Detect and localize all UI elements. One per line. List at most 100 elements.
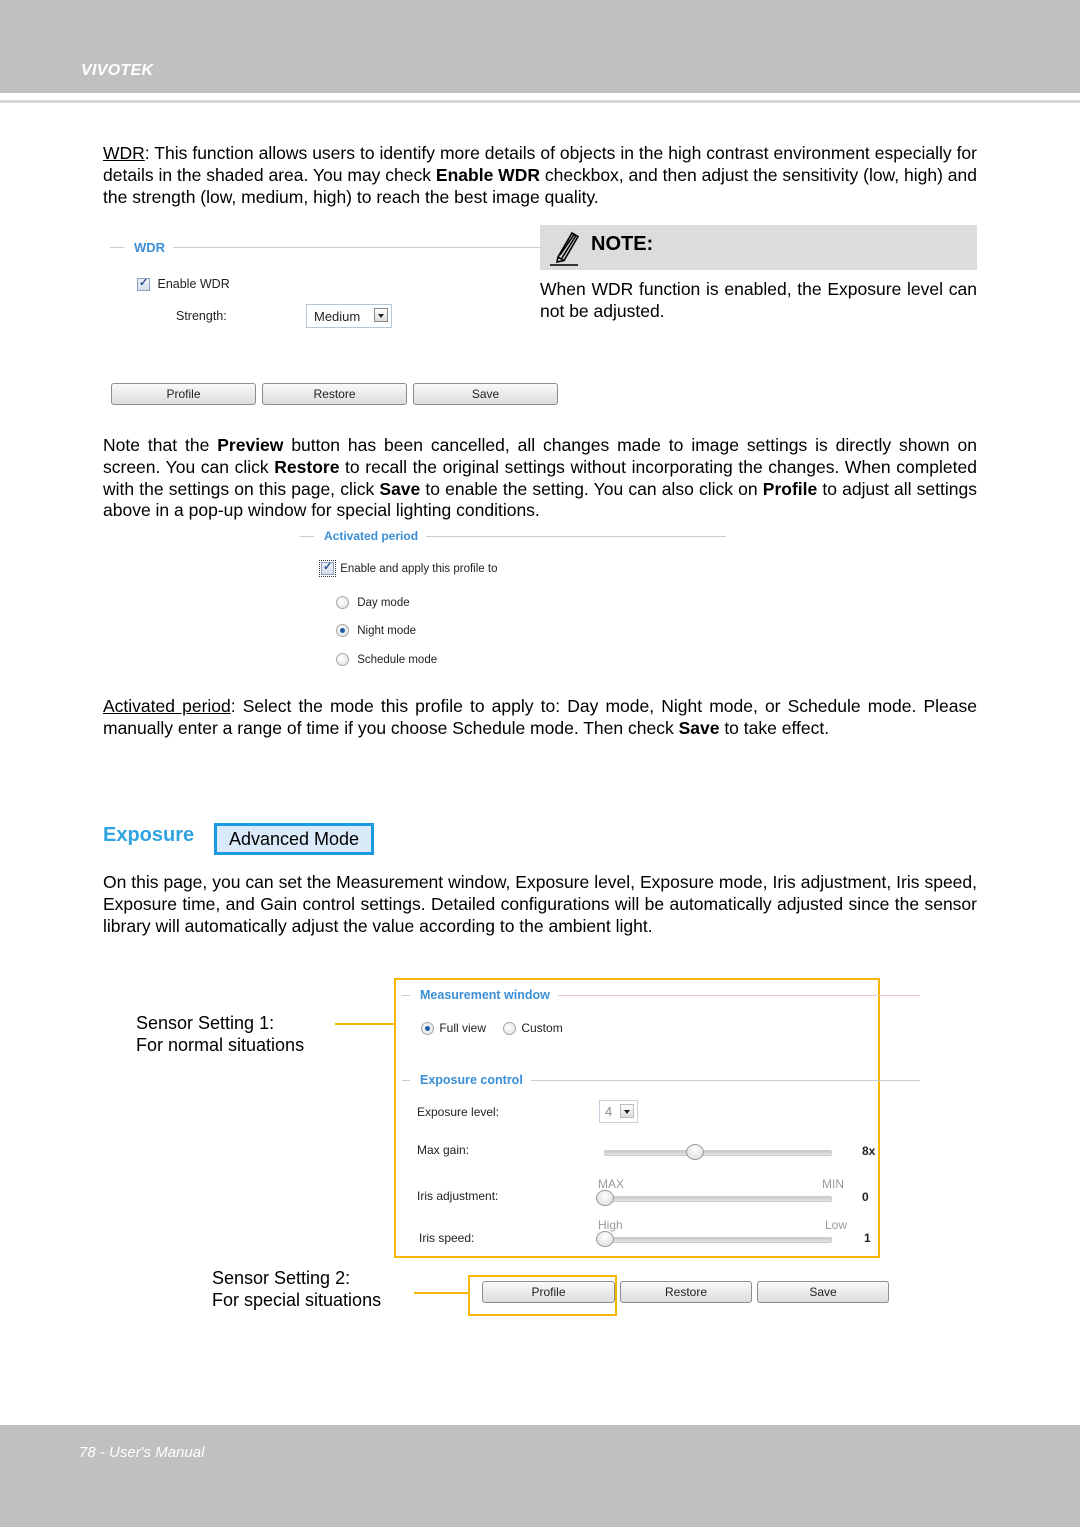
- sensor-setting-1-annotation: Sensor Setting 1: For normal situations: [136, 1012, 304, 1056]
- night-mode-option[interactable]: Night mode: [336, 624, 416, 637]
- schedule-mode-radio[interactable]: [336, 653, 349, 666]
- enable-wdr-row[interactable]: Enable WDR: [137, 276, 230, 292]
- full-view-radio[interactable]: [421, 1022, 434, 1036]
- measurement-window-legend: Measurement window: [402, 988, 920, 1002]
- iris-speed-label: Iris speed:: [419, 1231, 475, 1245]
- page-header: [0, 0, 1080, 93]
- night-mode-label: Night mode: [357, 624, 417, 637]
- exposure-save-button[interactable]: Save: [757, 1281, 889, 1303]
- advanced-mode-badge: Advanced Mode: [214, 823, 374, 855]
- note-title: NOTE:: [591, 233, 654, 255]
- text: : Select the mode this profile to apply …: [103, 696, 977, 738]
- custom-radio[interactable]: [503, 1022, 516, 1036]
- exposure-level-label: Exposure level:: [417, 1105, 500, 1119]
- brand-logo: VIVOTEK: [81, 62, 154, 79]
- legend-dash: [110, 247, 124, 248]
- iris-adjustment-value: 0: [862, 1190, 869, 1204]
- bold-text: Preview: [217, 435, 284, 455]
- enable-wdr-label: Enable WDR: [157, 277, 230, 291]
- exposure-level-select[interactable]: 4: [599, 1100, 638, 1123]
- iris-adjustment-label: Iris adjustment:: [417, 1189, 499, 1203]
- measurement-window-title: Measurement window: [420, 988, 550, 1002]
- header-divider: [0, 100, 1080, 103]
- enable-profile-checkbox[interactable]: [319, 560, 336, 577]
- day-mode-option[interactable]: Day mode: [336, 596, 410, 609]
- wdr-legend: WDR: [110, 240, 540, 255]
- bold-text: Restore: [274, 456, 340, 477]
- legend-line: [426, 535, 726, 537]
- legend-dash: [402, 994, 410, 996]
- day-mode-radio[interactable]: [336, 596, 349, 609]
- chevron-down-icon: [620, 1104, 634, 1118]
- max-gain-value: 8x: [862, 1144, 876, 1158]
- legend-line: [530, 1079, 920, 1081]
- activated-period-term: Activated period: [103, 696, 231, 716]
- sensor-setting-2-connector: [414, 1292, 470, 1294]
- iris-speed-slider-thumb[interactable]: [596, 1231, 614, 1247]
- exposure-level-value: 4: [605, 1104, 613, 1119]
- night-mode-radio[interactable]: [336, 624, 349, 637]
- chevron-down-icon: [374, 308, 388, 322]
- iris-adjustment-slider-thumb[interactable]: [596, 1190, 614, 1206]
- iris-speed-max-label: Low: [825, 1218, 848, 1232]
- legend-line: [173, 247, 540, 248]
- iris-adjustment-slider-track[interactable]: [604, 1196, 832, 1202]
- exposure-control-legend: Exposure control: [402, 1073, 920, 1087]
- iris-speed-value: 1: [864, 1231, 871, 1245]
- wdr-paragraph: WDR: This function allows users to ident…: [103, 143, 977, 208]
- legend-line: [557, 994, 920, 996]
- max-gain-slider-track[interactable]: [604, 1150, 832, 1156]
- bold-text: Profile: [762, 478, 818, 499]
- schedule-mode-option[interactable]: Schedule mode: [336, 653, 437, 666]
- sensor-setting-1-desc: For normal situations: [136, 1035, 305, 1055]
- exposure-heading: Exposure: [103, 824, 195, 846]
- custom-option[interactable]: Custom: [503, 1021, 563, 1036]
- max-gain-label: Max gain:: [417, 1143, 470, 1157]
- text: to enable the setting. You can also clic…: [420, 478, 763, 499]
- full-view-label: Full view: [439, 1021, 487, 1035]
- bold-text: Enable WDR: [435, 164, 540, 185]
- full-view-option[interactable]: Full view: [421, 1021, 487, 1036]
- iris-adjustment-min-label: MAX: [598, 1177, 625, 1191]
- strength-value: Medium: [314, 309, 361, 324]
- schedule-mode-label: Schedule mode: [357, 653, 438, 666]
- restore-button[interactable]: Restore: [262, 383, 407, 405]
- custom-label: Custom: [521, 1021, 563, 1035]
- note-text: When WDR function is enabled, the Exposu…: [540, 279, 977, 321]
- iris-adjustment-max-label: MIN: [822, 1177, 844, 1191]
- exposure-profile-button[interactable]: Profile: [482, 1281, 615, 1303]
- exposure-control-title: Exposure control: [420, 1073, 523, 1087]
- activated-period-legend: Activated period: [300, 529, 726, 543]
- save-button[interactable]: Save: [413, 383, 558, 405]
- activated-period-paragraph: Activated period: Select the mode this p…: [103, 696, 977, 740]
- page-number: 78 - User's Manual: [79, 1444, 205, 1461]
- pencil-icon: [548, 229, 582, 272]
- legend-dash: [402, 1079, 410, 1081]
- sensor-setting-2-title: Sensor Setting 2:: [212, 1268, 351, 1288]
- activated-period-legend-title: Activated period: [324, 529, 419, 543]
- exposure-paragraph: On this page, you can set the Measuremen…: [103, 872, 977, 936]
- wdr-term: WDR: [103, 143, 145, 163]
- bold-text: Save: [678, 717, 720, 738]
- enable-wdr-checkbox[interactable]: [137, 276, 150, 292]
- preview-paragraph: Note that the Preview button has been ca…: [103, 435, 977, 522]
- profile-button[interactable]: Profile: [111, 383, 256, 405]
- bold-text: Save: [379, 478, 421, 499]
- sensor-setting-1-title: Sensor Setting 1:: [136, 1013, 275, 1033]
- sensor-setting-2-annotation: Sensor Setting 2: For special situations: [212, 1267, 381, 1311]
- strength-label: Strength:: [176, 309, 227, 323]
- sensor-setting-1-connector: [335, 1023, 395, 1025]
- iris-speed-min-label: High: [598, 1218, 623, 1232]
- day-mode-label: Day mode: [357, 596, 410, 609]
- text: to take effect.: [719, 717, 830, 738]
- page-footer: [0, 1425, 1080, 1527]
- legend-dash: [300, 535, 314, 537]
- sensor-setting-2-desc: For special situations: [212, 1290, 382, 1310]
- enable-profile-label: Enable and apply this profile to: [340, 562, 498, 575]
- enable-profile-row[interactable]: Enable and apply this profile to: [319, 560, 498, 577]
- text: Note that the: [103, 435, 218, 455]
- iris-speed-slider-track[interactable]: [604, 1237, 832, 1243]
- wdr-legend-title: WDR: [134, 240, 166, 255]
- strength-select[interactable]: Medium: [306, 304, 392, 328]
- exposure-restore-button[interactable]: Restore: [620, 1281, 752, 1303]
